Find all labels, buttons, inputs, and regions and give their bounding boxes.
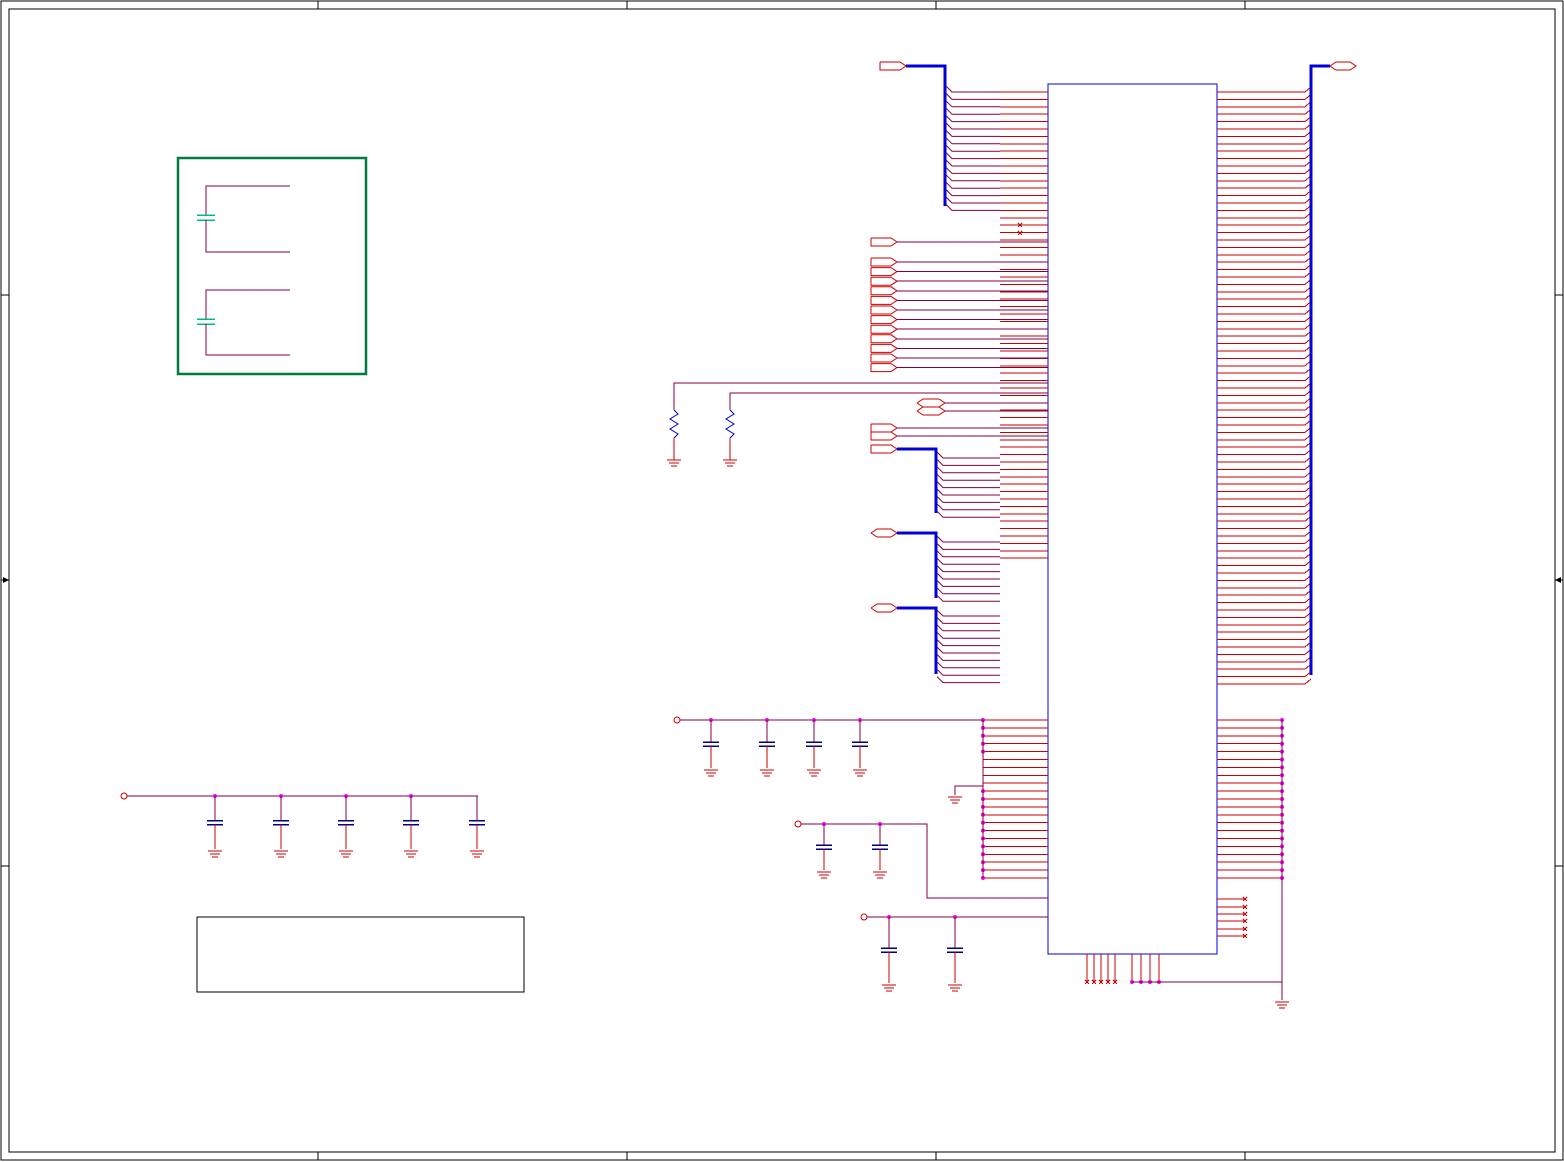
schematic-canvas [0, 0, 1564, 1162]
page-background [0, 0, 1564, 1162]
